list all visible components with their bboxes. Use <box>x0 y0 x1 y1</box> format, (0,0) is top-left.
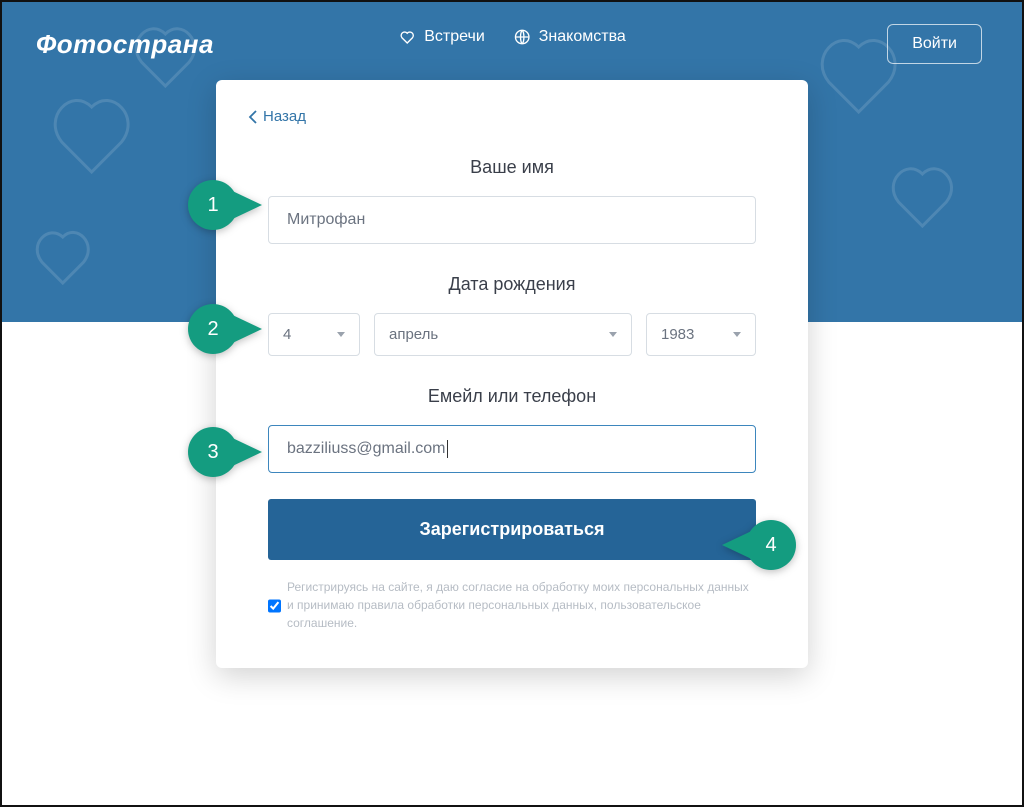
contact-value: bazziliuss@gmail.com <box>287 440 446 457</box>
submit-button[interactable]: Зарегистрироваться <box>268 499 756 560</box>
dob-day-select[interactable]: 4 <box>268 313 360 356</box>
contact-input[interactable]: bazziliuss@gmail.com <box>268 425 756 473</box>
dob-month-select[interactable]: апрель <box>374 313 632 356</box>
callout-3: 3 <box>188 427 262 477</box>
callout-4: 4 <box>722 520 796 570</box>
top-bar: Фотострана Встречи Знакомства Войти <box>2 2 1022 64</box>
callout-1-bubble: 1 <box>188 180 238 230</box>
dob-year-select[interactable]: 1983 <box>646 313 756 356</box>
nav-meetings-label: Встречи <box>424 28 485 46</box>
dob-day-value: 4 <box>283 326 291 343</box>
name-input[interactable] <box>268 196 756 244</box>
callout-3-bubble: 3 <box>188 427 238 477</box>
nav-dating-label: Знакомства <box>539 28 626 46</box>
text-cursor <box>447 440 448 458</box>
chevron-down-icon <box>609 332 617 337</box>
dob-year-value: 1983 <box>661 326 694 343</box>
chevron-down-icon <box>733 332 741 337</box>
consent-checkbox[interactable] <box>268 580 281 632</box>
dob-label: Дата рождения <box>268 274 756 295</box>
globe-icon <box>513 28 531 46</box>
chevron-left-icon <box>248 110 257 124</box>
name-label: Ваше имя <box>268 157 756 178</box>
dob-row: 4 апрель 1983 <box>268 313 756 356</box>
dob-month-value: апрель <box>389 326 438 343</box>
back-label: Назад <box>263 108 306 125</box>
brand-logo: Фотострана <box>36 29 214 60</box>
contact-label: Емейл или телефон <box>268 386 756 407</box>
signup-card: Назад Ваше имя Дата рождения 4 апрель 19… <box>216 80 808 668</box>
top-nav: Встречи Знакомства <box>398 28 626 46</box>
heart-icon <box>398 28 416 46</box>
callout-1: 1 <box>188 180 262 230</box>
nav-meetings[interactable]: Встречи <box>398 28 485 46</box>
consent-text: Регистрируясь на сайте, я даю согласие н… <box>287 578 756 632</box>
chevron-down-icon <box>337 332 345 337</box>
back-link[interactable]: Назад <box>248 108 306 125</box>
callout-4-bubble: 4 <box>746 520 796 570</box>
nav-dating[interactable]: Знакомства <box>513 28 626 46</box>
login-button[interactable]: Войти <box>887 24 982 64</box>
consent-block: Регистрируясь на сайте, я даю согласие н… <box>268 578 756 632</box>
callout-2-bubble: 2 <box>188 304 238 354</box>
callout-2: 2 <box>188 304 262 354</box>
